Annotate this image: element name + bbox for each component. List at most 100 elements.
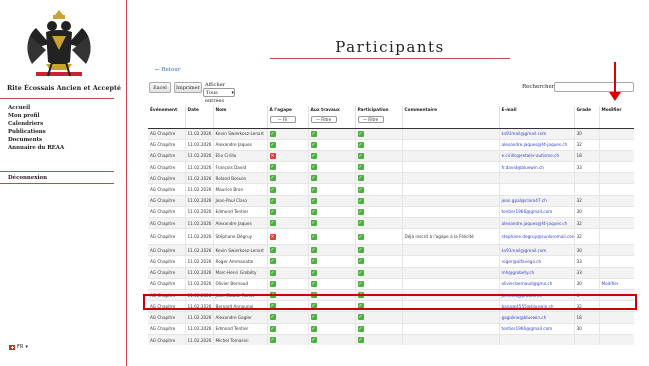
cell-comment [401, 216, 499, 229]
cell-agape: ✓ [266, 333, 308, 346]
cell-modify [598, 266, 634, 279]
email-link[interactable]: ks91mail@gmail.com [502, 131, 547, 136]
check-icon: ✓ [357, 141, 364, 148]
table-row: AG Chapitre 11.02.2026 Kevin Swierkosz-Len… [148, 127, 634, 140]
column-header-participation[interactable]: Participation — Filtre [354, 106, 402, 129]
column-header-grade[interactable]: Grade [573, 106, 599, 129]
participation-filter-select[interactable]: — Filtre [357, 116, 384, 123]
column-header-date[interactable]: Date [184, 106, 213, 129]
column-header-modify[interactable]: Modifier [598, 106, 634, 129]
cell-comment: Déjà inscrit à l'agape à la Félicité [401, 228, 499, 245]
nav-item-annuaire[interactable]: Annuaire du REAA [8, 144, 64, 152]
entries-label: entrées [205, 98, 225, 104]
check-icon: ✓ [269, 141, 276, 148]
cell-name: Stéphane Dégruy [212, 228, 267, 245]
cell-date: 11.02.2026 [184, 311, 213, 323]
cell-name: Edmond Tentier [212, 205, 267, 218]
cell-date: 11.02.2026 [184, 138, 213, 151]
print-button[interactable]: Imprimer [174, 82, 202, 93]
annotation-arrow-head [609, 92, 621, 101]
search-input[interactable] [554, 82, 634, 92]
cell-event: AG Chapitre [148, 161, 185, 173]
email-link[interactable]: jean.gpal@claro47.ch [502, 198, 547, 203]
nav-item-documents[interactable]: Documents [8, 136, 64, 144]
column-header-travaux[interactable]: Aux travaux — Filtre [307, 106, 355, 129]
cell-travaux: ✓ [307, 277, 355, 290]
cell-event: AG Chapitre [148, 311, 185, 323]
cell-event: AG Chapitre [148, 322, 185, 335]
cell-event: AG Chapitre [148, 228, 185, 245]
check-icon: ✓ [357, 337, 364, 344]
column-header-name[interactable]: Nom [212, 106, 267, 129]
cell-participation: ✓ [354, 172, 402, 184]
cell-travaux: ✓ [307, 149, 355, 162]
cell-agape: ✓ [266, 205, 308, 218]
column-header-email[interactable]: E-mail [498, 106, 574, 129]
cell-comment [401, 266, 499, 279]
travaux-filter-select[interactable]: — Filtre [310, 116, 337, 123]
nav-item-publications[interactable]: Publications [8, 128, 64, 136]
cross-icon: × [269, 152, 276, 159]
check-icon: ✓ [357, 175, 364, 182]
nav-item-mon-profil[interactable]: Mon profil [8, 112, 64, 120]
email-link[interactable]: olivier.bernaud@gmx.ch [502, 281, 553, 286]
cell-agape: × [266, 149, 308, 162]
cell-grade [573, 172, 599, 184]
check-icon: ✓ [269, 208, 276, 215]
email-link[interactable]: alexandre.jaques@f4-jaques.ch [502, 142, 568, 147]
cell-grade: 18 [573, 311, 599, 323]
column-header-event[interactable]: Événement [148, 106, 185, 129]
email-link[interactable]: alexandre.jaques@f4-jaques.ch [502, 221, 568, 226]
cell-participation: ✓ [354, 255, 402, 268]
cell-modify [598, 172, 634, 184]
check-icon: ✓ [310, 197, 317, 204]
chevron-down-icon: ▾ [231, 89, 234, 96]
email-link[interactable]: fr.david@bluewin.ch [502, 165, 544, 170]
email-link[interactable]: e.cirillo@retaler-autisme.ch [502, 153, 560, 158]
email-link[interactable]: tentier1966@gmail.com [502, 209, 553, 214]
cell-comment [401, 127, 499, 140]
check-icon: ✓ [357, 186, 364, 193]
nav-item-accueil[interactable]: Accueil [8, 104, 64, 112]
cell-participation: ✓ [354, 322, 402, 335]
cell-event: AG Chapitre [148, 255, 185, 268]
cell-date: 11.02.2026 [184, 205, 213, 218]
cell-comment [401, 161, 499, 173]
excel-button[interactable]: Excel [149, 82, 171, 93]
entries-select-value: Tous [206, 89, 218, 96]
cell-event: AG Chapitre [148, 216, 185, 229]
cell-email: ks91mail@gmail.com [498, 244, 574, 256]
nav-item-calendriers[interactable]: Calendriers [8, 120, 64, 128]
language-selector[interactable]: FR ▾ [9, 344, 28, 350]
cell-email: mh@grobety.ch [498, 266, 574, 279]
email-link[interactable]: ks91mail@gmail.com [502, 248, 547, 253]
email-link[interactable]: roger@alfavega.ch [502, 259, 542, 264]
cell-travaux: ✓ [307, 244, 355, 256]
cell-participation: ✓ [354, 205, 402, 218]
agape-filter-select[interactable]: — Fil [269, 116, 296, 123]
modify-link[interactable]: Modifier [602, 281, 619, 286]
cell-participation: ✓ [354, 149, 402, 162]
cell-modify [598, 138, 634, 151]
cell-participation: ✓ [354, 244, 402, 256]
table-row: AG Chapitre 11.02.2026 Kevin Swierkosz-Len… [148, 244, 634, 256]
entries-select[interactable]: Tous ▾ [203, 88, 235, 97]
cell-travaux: ✓ [307, 322, 355, 335]
email-link[interactable]: stephane.degruy@sunloromail.com [502, 234, 575, 239]
check-icon: ✓ [310, 164, 317, 171]
cell-participation: ✓ [354, 161, 402, 173]
cell-date: 11.02.2026 [184, 266, 213, 279]
back-link[interactable]: ← Retour [155, 67, 180, 73]
email-link[interactable]: gagaline@bluewin.ch [502, 315, 547, 320]
column-header-comment[interactable]: Commentaire [401, 106, 499, 129]
cell-agape: ✓ [266, 266, 308, 279]
cell-name: Kevin Swierkosz-Lenart [212, 244, 267, 256]
cell-email: alexandre.jaques@f4-jaques.ch [498, 216, 574, 229]
column-header-agape[interactable]: À l'agape — Fil [266, 106, 308, 129]
cell-travaux: ✓ [307, 205, 355, 218]
email-link[interactable]: mh@grobety.ch [502, 270, 535, 275]
cell-name: Roger Ammanatie [212, 255, 267, 268]
email-link[interactable]: tentier1966@gmail.com [502, 326, 553, 331]
cell-grade: 30 [573, 244, 599, 256]
logout-link[interactable]: Déconnexion [8, 175, 47, 181]
